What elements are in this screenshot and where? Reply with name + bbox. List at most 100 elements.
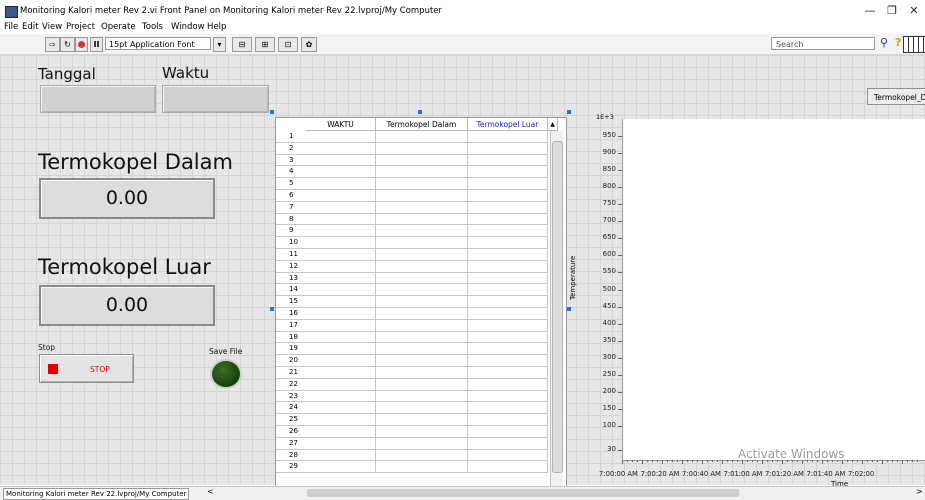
table-cell[interactable] <box>306 225 376 238</box>
table-cell[interactable] <box>376 367 468 379</box>
table-cell[interactable] <box>306 154 376 167</box>
table-cell[interactable] <box>376 331 468 344</box>
table-cell[interactable] <box>376 284 468 297</box>
table-cell[interactable] <box>468 260 548 273</box>
table-cell[interactable] <box>306 390 376 403</box>
table-vertical-scrollbar[interactable] <box>550 131 563 486</box>
table-cell[interactable] <box>468 414 548 426</box>
run-continuously-icon[interactable]: ↻ <box>60 37 75 52</box>
table-cell[interactable] <box>468 201 548 214</box>
table-cell[interactable] <box>468 272 548 285</box>
table-cell[interactable] <box>376 260 468 273</box>
table-cell[interactable] <box>306 355 376 367</box>
close-button[interactable]: ✕ <box>904 4 924 18</box>
table-cell[interactable] <box>306 178 376 190</box>
table-cell[interactable] <box>306 461 376 474</box>
table-cell[interactable] <box>376 201 468 214</box>
table-cell[interactable] <box>306 249 376 261</box>
table-cell[interactable] <box>306 296 376 308</box>
minimize-button[interactable]: — <box>860 4 880 18</box>
table-cell[interactable] <box>376 166 468 179</box>
table-cell[interactable] <box>468 166 548 179</box>
table-cell[interactable] <box>468 178 548 190</box>
table-cell[interactable] <box>468 225 548 238</box>
table-cell[interactable] <box>468 461 548 474</box>
table-cell[interactable] <box>306 331 376 344</box>
table-cell[interactable] <box>468 319 548 332</box>
table-cell[interactable] <box>376 461 468 474</box>
menu-tools[interactable]: Tools <box>142 22 163 32</box>
table-cell[interactable] <box>306 449 376 462</box>
table-cell[interactable] <box>306 402 376 415</box>
table-cell[interactable] <box>468 308 548 320</box>
table-cell[interactable] <box>376 390 468 403</box>
table-cell[interactable] <box>468 284 548 297</box>
termokopel-d-button[interactable]: Termokopel_D <box>867 88 925 105</box>
table-cell[interactable] <box>376 308 468 320</box>
table-cell[interactable] <box>468 213 548 226</box>
table-cell[interactable] <box>306 414 376 426</box>
table-cell[interactable] <box>468 296 548 308</box>
table-cell[interactable] <box>306 437 376 450</box>
reorder-icon[interactable]: ⊡ <box>278 37 298 52</box>
table-cell[interactable] <box>306 426 376 438</box>
table-cell[interactable] <box>306 201 376 214</box>
table-cell[interactable] <box>468 331 548 344</box>
cleanup-icon[interactable]: ✿ <box>301 37 317 52</box>
table-cell[interactable] <box>376 237 468 249</box>
stop-button[interactable]: STOP <box>39 354 134 383</box>
pause-icon[interactable]: II <box>90 37 103 52</box>
menu-operate[interactable]: Operate <box>101 22 136 32</box>
table-cell[interactable] <box>306 319 376 332</box>
table-cell[interactable] <box>306 308 376 320</box>
horizontal-scroll-thumb[interactable] <box>307 489 739 497</box>
table-cell[interactable] <box>376 225 468 238</box>
table-cell[interactable] <box>376 319 468 332</box>
menu-project[interactable]: Project <box>66 22 95 32</box>
table-cell[interactable] <box>376 272 468 285</box>
search-icon[interactable]: ⚲ <box>880 36 888 49</box>
scroll-right-icon[interactable]: > <box>916 487 923 496</box>
table-cell[interactable] <box>376 190 468 202</box>
table-cell[interactable] <box>468 402 548 415</box>
table-cell[interactable] <box>376 213 468 226</box>
abort-icon[interactable] <box>75 37 88 52</box>
table-cell[interactable] <box>468 343 548 356</box>
table-cell[interactable] <box>376 426 468 438</box>
table-cell[interactable] <box>376 296 468 308</box>
table-cell[interactable] <box>376 154 468 167</box>
save-file-led[interactable] <box>210 359 242 389</box>
table-cell[interactable] <box>306 166 376 179</box>
table-cell[interactable] <box>468 249 548 261</box>
column-header-termokopel-dalam[interactable]: Termokopel Dalam <box>376 118 468 131</box>
data-table[interactable]: WAKTU Termokopel Dalam Termokopel Luar ▲… <box>275 117 567 487</box>
table-cell[interactable] <box>376 355 468 367</box>
scroll-left-icon[interactable]: < <box>207 487 214 496</box>
menu-view[interactable]: View <box>42 22 62 32</box>
table-scroll-thumb[interactable] <box>552 141 563 473</box>
align-objects-icon[interactable]: ▾ <box>213 37 226 52</box>
table-cell[interactable] <box>468 355 548 367</box>
menu-help[interactable]: Help <box>207 22 226 32</box>
chart-plot-area[interactable] <box>622 119 925 461</box>
table-cell[interactable] <box>468 449 548 462</box>
table-cell[interactable] <box>306 131 376 143</box>
run-arrow-icon[interactable]: ⇨ <box>45 37 60 52</box>
table-cell[interactable] <box>376 414 468 426</box>
table-cell[interactable] <box>376 437 468 450</box>
restore-button[interactable]: ❐ <box>882 4 902 18</box>
table-cell[interactable] <box>376 178 468 190</box>
table-cell[interactable] <box>306 213 376 226</box>
table-cell[interactable] <box>468 190 548 202</box>
table-cell[interactable] <box>376 378 468 391</box>
table-cell[interactable] <box>468 154 548 167</box>
table-cell[interactable] <box>468 378 548 391</box>
table-cell[interactable] <box>376 131 468 143</box>
table-cell[interactable] <box>468 437 548 450</box>
table-cell[interactable] <box>306 260 376 273</box>
table-cell[interactable] <box>376 402 468 415</box>
table-cell[interactable] <box>306 367 376 379</box>
table-cell[interactable] <box>468 131 548 143</box>
table-cell[interactable] <box>376 343 468 356</box>
distribute-objects-icon[interactable]: ⊟ <box>232 37 252 52</box>
